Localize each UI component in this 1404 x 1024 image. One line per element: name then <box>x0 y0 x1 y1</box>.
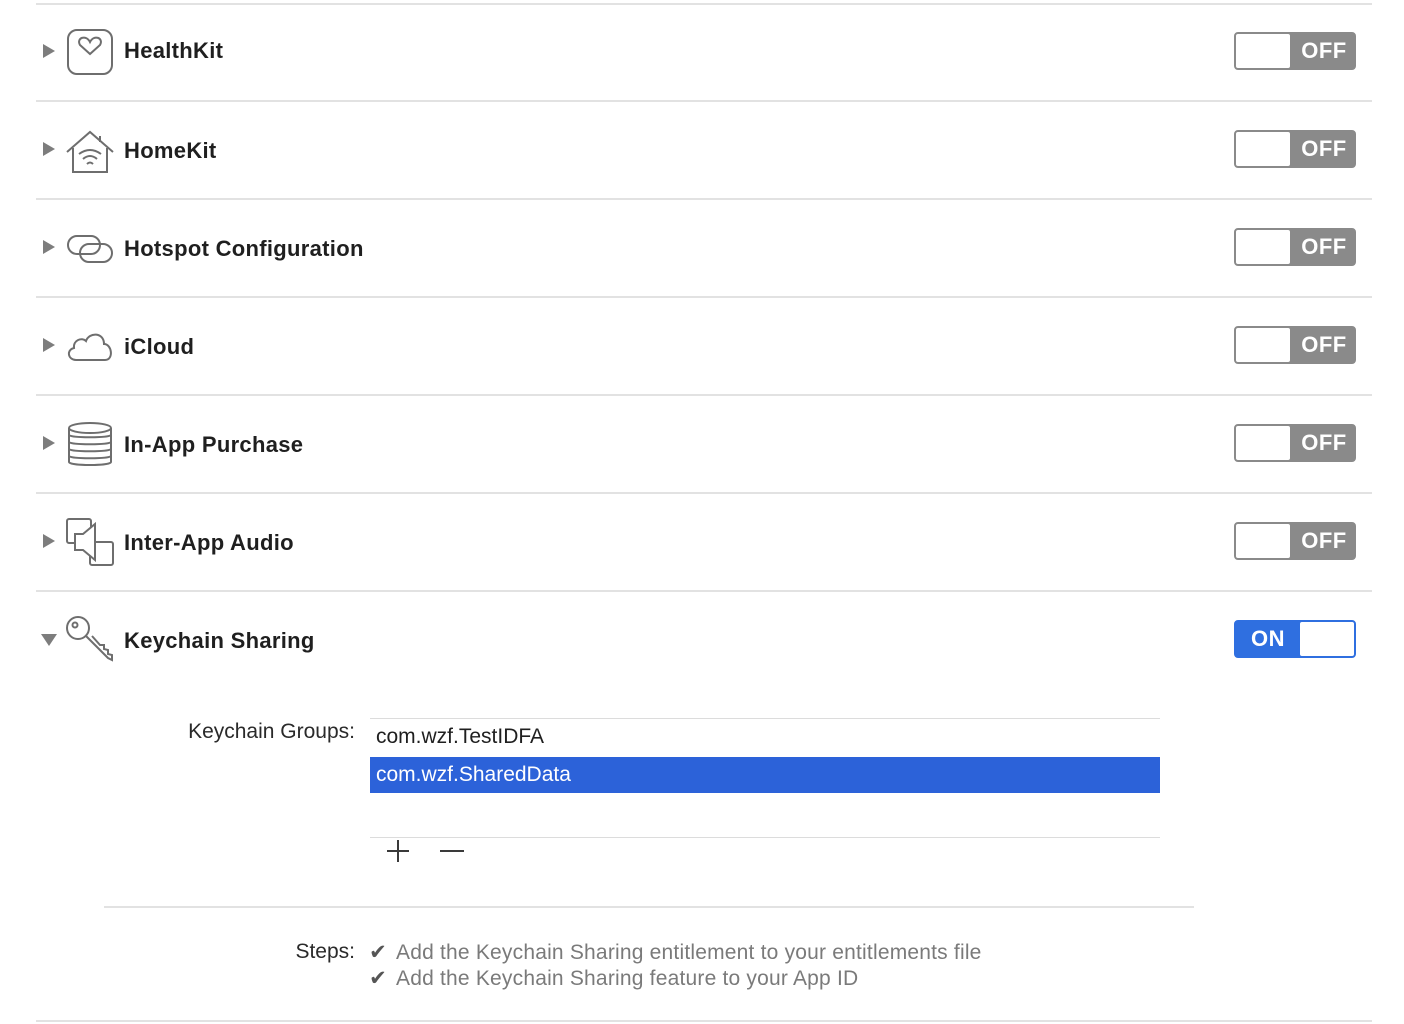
step-item: ✔ Add the Keychain Sharing entitlement to… <box>368 940 982 965</box>
step-item: ✔ Add the Keychain Sharing feature to you… <box>368 966 858 991</box>
capability-title: HomeKit <box>124 138 217 163</box>
toggle-label: OFF <box>1301 430 1347 455</box>
capability-toggle[interactable]: OFF <box>1234 326 1356 364</box>
toggle-knob <box>1236 328 1290 362</box>
disclosure-triangle-collapsed-icon[interactable] <box>40 140 58 158</box>
capability-toggle[interactable]: OFF <box>1234 522 1356 560</box>
toggle-knob <box>1300 622 1354 656</box>
step-text: Add the Keychain Sharing feature to your… <box>396 967 859 990</box>
toggle-label: ON <box>1251 626 1285 651</box>
coins-icon <box>64 418 116 470</box>
toggle-knob <box>1236 132 1290 166</box>
hotspot-icon <box>64 222 116 274</box>
step-text: Add the Keychain Sharing entitlement to … <box>396 941 982 964</box>
disclosure-triangle-collapsed-icon[interactable] <box>40 238 58 256</box>
capability-row-icloud: iCloud OFF <box>0 298 1404 394</box>
capability-row-keychain-sharing: Keychain Sharing ON <box>0 592 1404 688</box>
capability-row-in-app-purchase: In-App Purchase OFF <box>0 396 1404 492</box>
capability-title: iCloud <box>124 334 195 359</box>
capability-title: Keychain Sharing <box>124 628 315 653</box>
toggle-knob <box>1236 230 1290 264</box>
list-item-selected[interactable]: com.wzf.SharedData <box>370 757 1160 793</box>
capability-toggle[interactable]: OFF <box>1234 32 1356 70</box>
toggle-label: OFF <box>1301 332 1347 357</box>
remove-group-button[interactable] <box>438 838 468 864</box>
capability-title: HealthKit <box>124 38 224 63</box>
disclosure-triangle-collapsed-icon[interactable] <box>40 532 58 550</box>
capability-title: Inter-App Audio <box>124 530 294 555</box>
toggle-label: OFF <box>1301 234 1347 259</box>
toggle-knob <box>1236 426 1290 460</box>
keychain-groups-label: Keychain Groups: <box>188 720 355 743</box>
capability-row-healthkit: HealthKit OFF <box>0 4 1404 100</box>
disclosure-triangle-collapsed-icon[interactable] <box>40 336 58 354</box>
capability-title: In-App Purchase <box>124 432 304 457</box>
list-item[interactable]: com.wzf.TestIDFA <box>370 719 1160 755</box>
checkmark-icon: ✔ <box>369 941 387 964</box>
capability-toggle[interactable]: OFF <box>1234 228 1356 266</box>
toggle-label: OFF <box>1301 38 1347 63</box>
capability-title: Hotspot Configuration <box>124 236 364 261</box>
separator <box>36 1020 1372 1022</box>
capability-row-homekit: HomeKit OFF <box>0 102 1404 198</box>
capability-row-inter-app-audio: Inter-App Audio OFF <box>0 494 1404 590</box>
heart-icon <box>64 26 116 78</box>
toggle-knob <box>1236 524 1290 558</box>
separator <box>104 906 1194 908</box>
capability-row-hotspot: Hotspot Configuration OFF <box>0 200 1404 296</box>
cloud-icon <box>64 320 116 372</box>
toggle-knob <box>1236 34 1290 68</box>
checkmark-icon: ✔ <box>369 967 387 990</box>
key-icon <box>64 614 116 666</box>
disclosure-triangle-expanded-icon[interactable] <box>40 630 58 648</box>
capability-toggle[interactable]: OFF <box>1234 424 1356 462</box>
toggle-label: OFF <box>1301 136 1347 161</box>
disclosure-triangle-collapsed-icon[interactable] <box>40 42 58 60</box>
steps-label: Steps: <box>295 940 355 963</box>
capability-toggle[interactable]: ON <box>1234 620 1356 658</box>
house-icon <box>64 124 116 176</box>
capability-toggle[interactable]: OFF <box>1234 130 1356 168</box>
disclosure-triangle-collapsed-icon[interactable] <box>40 434 58 452</box>
keychain-groups-list[interactable]: com.wzf.TestIDFA com.wzf.SharedData <box>370 718 1160 838</box>
toggle-label: OFF <box>1301 528 1347 553</box>
add-group-button[interactable] <box>384 838 414 864</box>
audio-icon <box>64 516 116 568</box>
